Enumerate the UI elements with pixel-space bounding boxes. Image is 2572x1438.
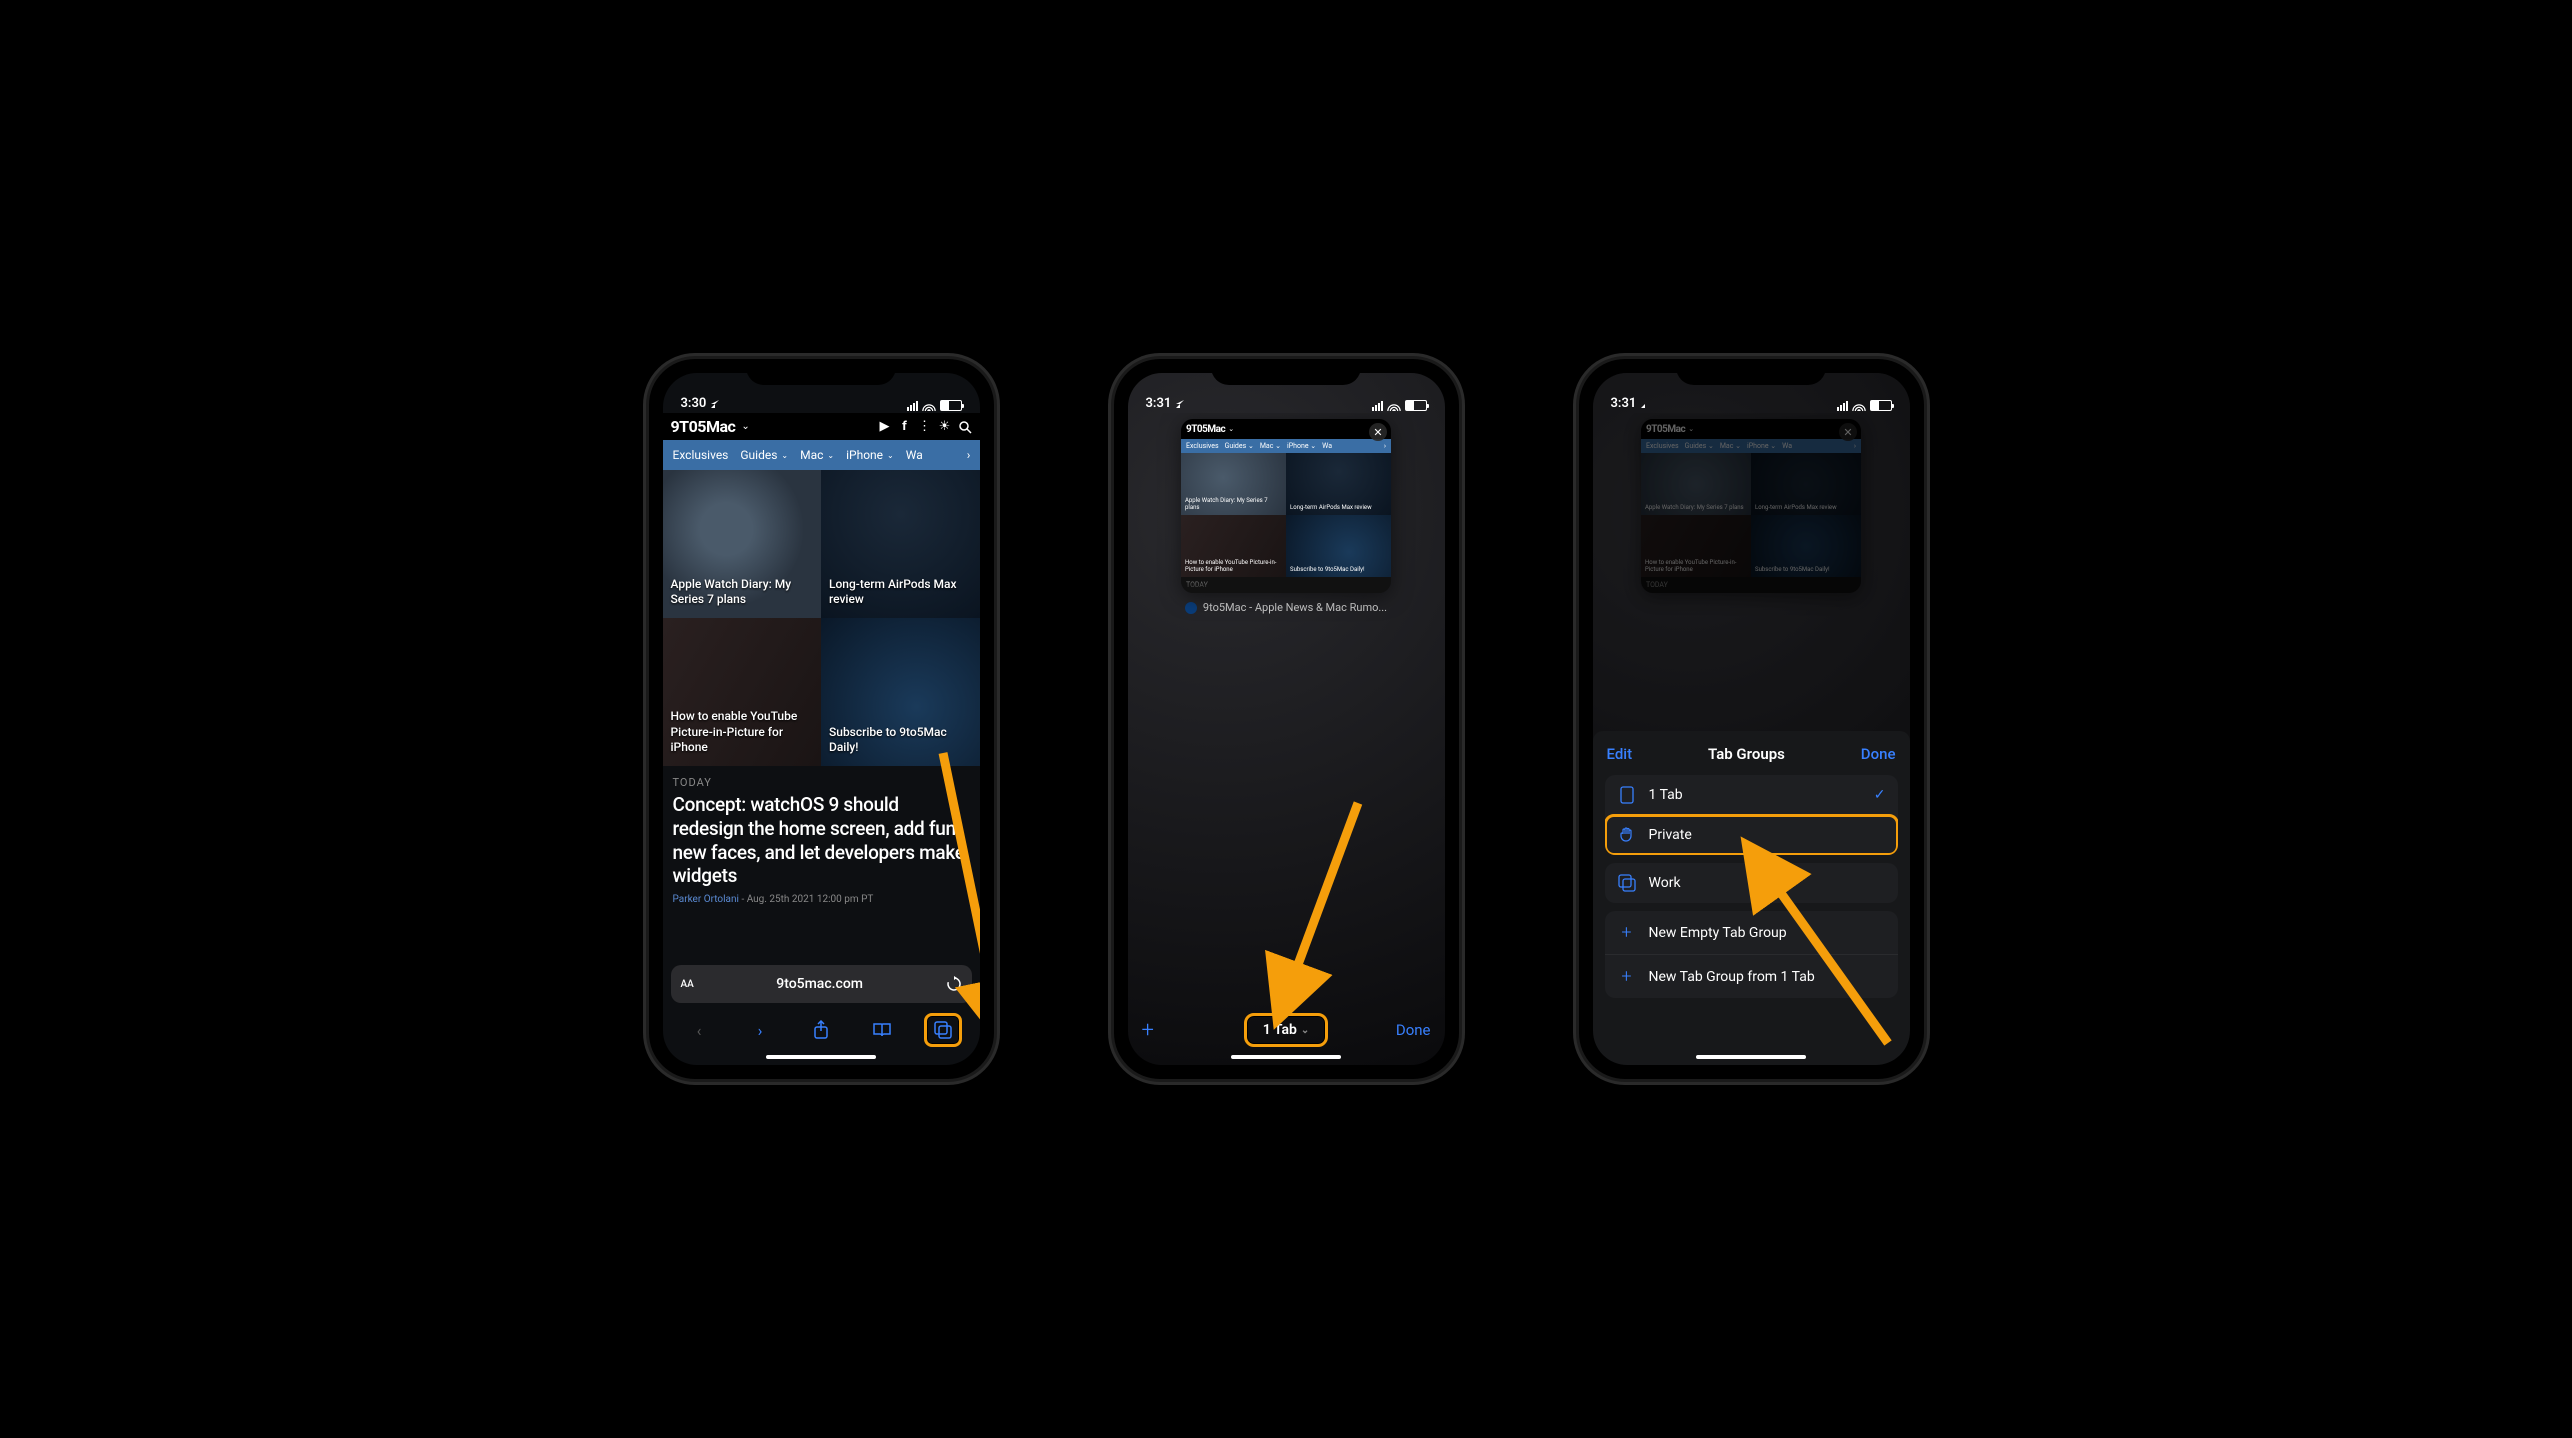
article-grid: Apple Watch Diary: My Series 7 plans Lon… [663,470,980,766]
close-tab-icon[interactable]: ✕ [1369,423,1387,441]
tab-thumbnail[interactable]: ✕ 9T05Mac⌄ ▶ f ⋮ ☀ ⌕ Exclusives Guides ⌄… [1181,419,1391,593]
home-indicator[interactable] [1696,1055,1806,1059]
battery-icon [1405,400,1427,411]
address-bar[interactable]: AA 9to5mac.com [671,965,972,1003]
nav-watch[interactable]: Wa [906,448,923,462]
home-indicator[interactable] [1231,1055,1341,1059]
new-tab-group-from[interactable]: + New Tab Group from 1 Tab [1605,954,1898,998]
section-label-today: TODAY [663,766,980,793]
hand-icon [1617,826,1637,844]
article-headline[interactable]: Concept: watchOS 9 should redesign the h… [663,793,980,888]
panel-title: Tab Groups [1708,745,1785,763]
checkmark-icon: ✓ [1874,787,1886,803]
more-icon: ⋮ [1353,422,1362,436]
nav-guides[interactable]: Guides ⌄ [740,448,788,462]
safari-toolbar: ‹ › [663,1007,980,1053]
status-bar: 3:30 [663,373,980,413]
address-domain: 9to5mac.com [694,976,946,992]
plus-icon: + [1617,922,1637,943]
article-byline: Parker Ortolani - Aug. 25th 2021 12:00 p… [663,888,980,915]
tile-airpods-max[interactable]: Long-term AirPods Max review [821,470,980,618]
plus-icon: + [1617,966,1637,987]
chevron-down-icon[interactable]: ⌄ [741,421,749,432]
forward-button[interactable]: › [741,1013,779,1047]
signal-icon [1372,401,1383,411]
tile-youtube-pip[interactable]: How to enable YouTube Picture-in-Picture… [663,618,822,766]
done-button[interactable]: Done [1381,1021,1431,1039]
phone-2: 3:31 ✕ 9T05Mac⌄ ▶ f ⋮ ☀ ⌕ [1114,359,1459,1079]
reload-icon[interactable] [946,976,962,992]
status-bar: 3:31 [1128,373,1445,413]
screen-1: 3:30 9T05Mac ⌄ ▶ f ⋮ ☀ Exclusives Guides… [663,373,980,1065]
reader-icon[interactable]: AA [681,979,694,990]
tab-group-row-private[interactable]: Private [1605,814,1898,855]
theme-icon[interactable]: ☀ [938,420,952,434]
bookmarks-button[interactable] [863,1013,901,1047]
site-header: 9T05Mac ⌄ ▶ f ⋮ ☀ [663,413,980,440]
screen-3: 3:31 ✕ 9T05Mac⌄ ▶f ⋮☀⌕ ExclusivesG [1593,373,1910,1065]
new-tab-button[interactable]: + [1142,1018,1192,1043]
facebook-icon[interactable]: f [898,420,912,434]
device-icon [1617,786,1637,804]
tab-group-row-tabs[interactable]: 1 Tab ✓ [1605,775,1898,815]
more-icon[interactable]: ⋮ [918,420,932,434]
favicon-icon [1185,602,1197,614]
home-indicator[interactable] [766,1055,876,1059]
tab-group-selector[interactable]: 1 Tab ⌄ [1244,1013,1329,1047]
youtube-icon: ▶ [1329,422,1338,436]
tabview-toolbar: + 1 Tab ⌄ Done [1128,1007,1445,1053]
signal-icon [1837,401,1848,411]
nav-exclusives[interactable]: Exclusives [673,448,729,462]
location-icon [1175,399,1185,409]
back-button[interactable]: ‹ [680,1013,718,1047]
screen-2: 3:31 ✕ 9T05Mac⌄ ▶ f ⋮ ☀ ⌕ [1128,373,1445,1065]
new-empty-tab-group[interactable]: + New Empty Tab Group [1605,911,1898,954]
location-icon [710,399,720,409]
wifi-icon [1387,401,1401,411]
phone-1: 3:30 9T05Mac ⌄ ▶ f ⋮ ☀ Exclusives Guides… [649,359,994,1079]
wifi-icon [1852,401,1866,411]
site-logo[interactable]: 9T05Mac [671,417,736,436]
status-time: 3:30 [681,396,707,411]
status-bar: 3:31 [1593,373,1910,413]
tile-apple-watch[interactable]: Apple Watch Diary: My Series 7 plans [663,470,822,618]
nav-mac[interactable]: Mac ⌄ [800,448,834,462]
article-author[interactable]: Parker Ortolani [673,894,739,905]
tab-groups-panel: Edit Tab Groups Done 1 Tab ✓ [1593,731,1910,1065]
status-time: 3:31 [1611,396,1637,411]
tab-group-row-work[interactable]: Work [1605,863,1898,903]
site-nav: Exclusives Guides ⌄ Mac ⌄ iPhone ⌄ Wa › [663,440,980,470]
tabs-stack-icon [1617,874,1637,892]
facebook-icon: f [1341,422,1350,436]
location-icon [1640,399,1650,409]
article-date: Aug. 25th 2021 12:00 pm PT [747,894,874,905]
battery-icon [1870,400,1892,411]
done-button[interactable]: Done [1861,745,1896,763]
battery-icon [940,400,962,411]
wifi-icon [922,401,936,411]
tabs-button[interactable] [924,1013,962,1047]
nav-scroll-right[interactable]: › [958,440,980,470]
tab-title: 9to5Mac - Apple News & Mac Rumo... [1132,601,1441,614]
tile-subscribe-daily[interactable]: Subscribe to 9to5Mac Daily! [821,618,980,766]
nav-iphone[interactable]: iPhone ⌄ [846,448,894,462]
youtube-icon[interactable]: ▶ [878,420,892,434]
edit-button[interactable]: Edit [1607,745,1633,763]
signal-icon [907,401,918,411]
phone-3: 3:31 ✕ 9T05Mac⌄ ▶f ⋮☀⌕ ExclusivesG [1579,359,1924,1079]
chevron-down-icon: ⌄ [1301,1025,1309,1036]
search-icon[interactable] [958,420,972,434]
share-button[interactable] [802,1013,840,1047]
status-time: 3:31 [1146,396,1172,411]
